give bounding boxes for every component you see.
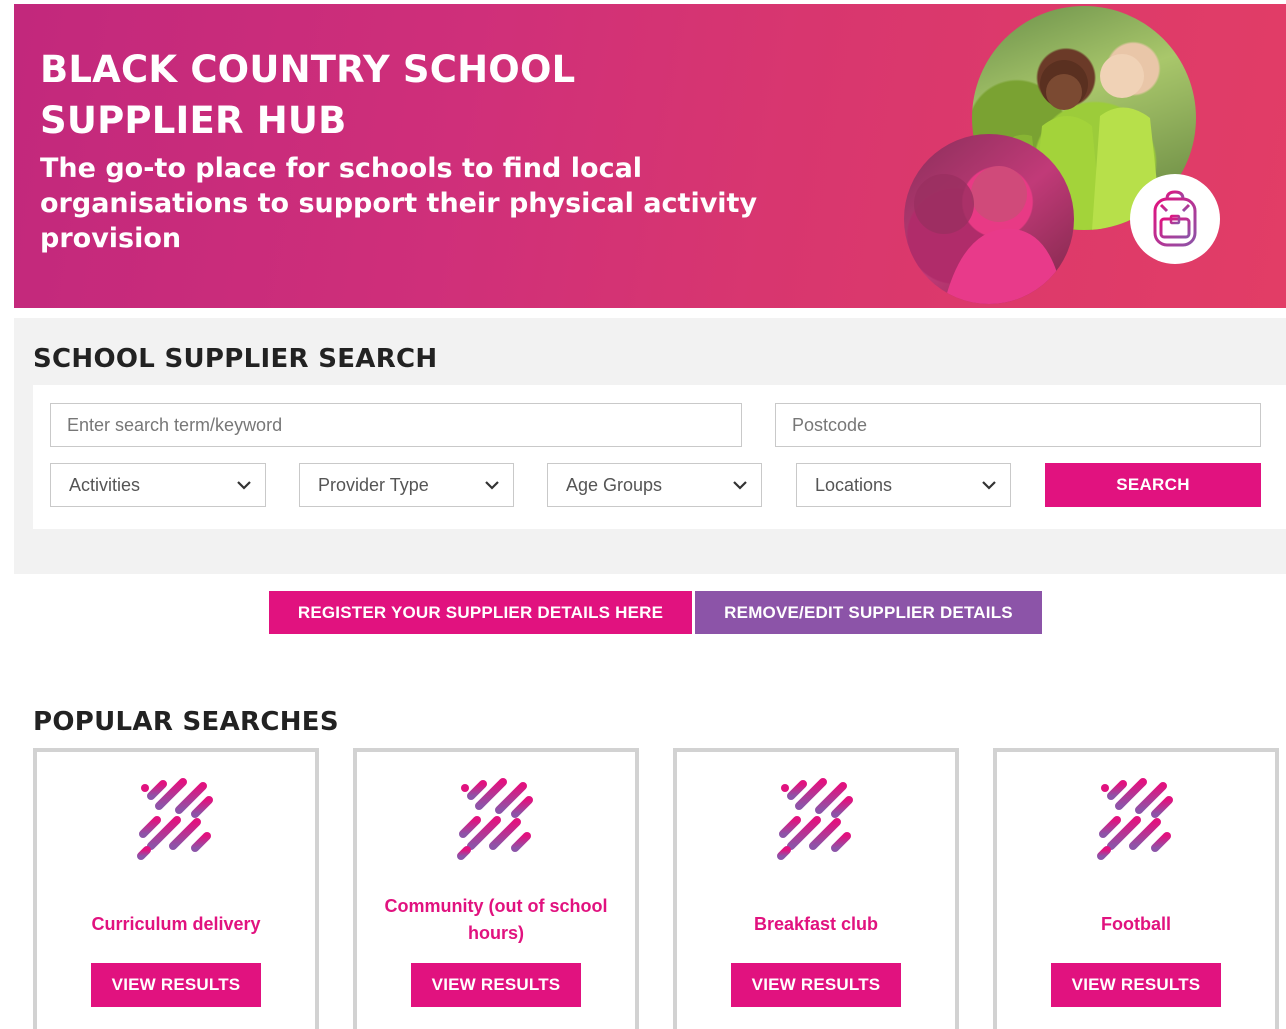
search-panel: SCHOOL SUPPLIER SEARCH Activities Provid… [14,318,1286,574]
card-label: Football [1101,914,1171,934]
locations-select[interactable]: Locations [796,463,1011,507]
popular-card-breakfast: Breakfast club VIEW RESULTS [673,748,959,1029]
card-label: Breakfast club [753,914,879,934]
view-results-button[interactable]: VIEW RESULTS [91,963,261,1007]
keyword-input[interactable] [50,403,742,447]
popular-card-curriculum: Curriculum delivery VIEW RESULTS [33,748,319,1029]
card-label: Community (out of school hours) [384,896,608,943]
search-form: Activities Provider Type Age Groups Loca… [33,385,1286,529]
locations-select-value: Locations [815,474,893,495]
view-results-button[interactable]: VIEW RESULTS [1051,963,1221,1007]
age-groups-select[interactable]: Age Groups [547,463,762,507]
chevron-down-icon [485,478,499,492]
view-results-button[interactable]: VIEW RESULTS [411,963,581,1007]
chevron-down-icon [982,478,996,492]
popular-searches-heading: POPULAR SEARCHES [33,707,339,737]
chevron-down-icon [733,478,747,492]
remove-edit-supplier-button[interactable]: REMOVE/EDIT SUPPLIER DETAILS [695,591,1042,634]
hero-subtitle: The go-to place for schools to find loca… [40,153,758,254]
register-supplier-button[interactable]: REGISTER YOUR SUPPLIER DETAILS HERE [269,591,692,634]
view-results-button[interactable]: VIEW RESULTS [731,963,901,1007]
age-groups-select-value: Age Groups [566,474,663,495]
stripes-icon [133,776,219,866]
backpack-badge [1130,174,1220,264]
popular-card-football: Football VIEW RESULTS [993,748,1279,1029]
hero-title: BLACK COUNTRY SCHOOL SUPPLIER HUB [40,48,576,142]
hero-photo-girl [904,134,1074,304]
provider-type-select[interactable]: Provider Type [299,463,514,507]
stripes-icon [1093,776,1179,866]
activities-select[interactable]: Activities [50,463,266,507]
activities-select-value: Activities [69,474,141,495]
stripes-icon [453,776,539,866]
chevron-down-icon [237,478,251,492]
postcode-input[interactable] [775,403,1261,447]
stripes-icon [773,776,859,866]
provider-type-select-value: Provider Type [318,474,429,495]
backpack-icon [1153,190,1197,247]
hero-banner: BLACK COUNTRY SCHOOL SUPPLIER HUB The go… [14,4,1286,308]
search-button[interactable]: SEARCH [1045,463,1261,507]
popular-card-community: Community (out of school hours) VIEW RES… [353,748,639,1029]
search-heading: SCHOOL SUPPLIER SEARCH [33,344,438,374]
card-label: Curriculum delivery [91,914,261,934]
